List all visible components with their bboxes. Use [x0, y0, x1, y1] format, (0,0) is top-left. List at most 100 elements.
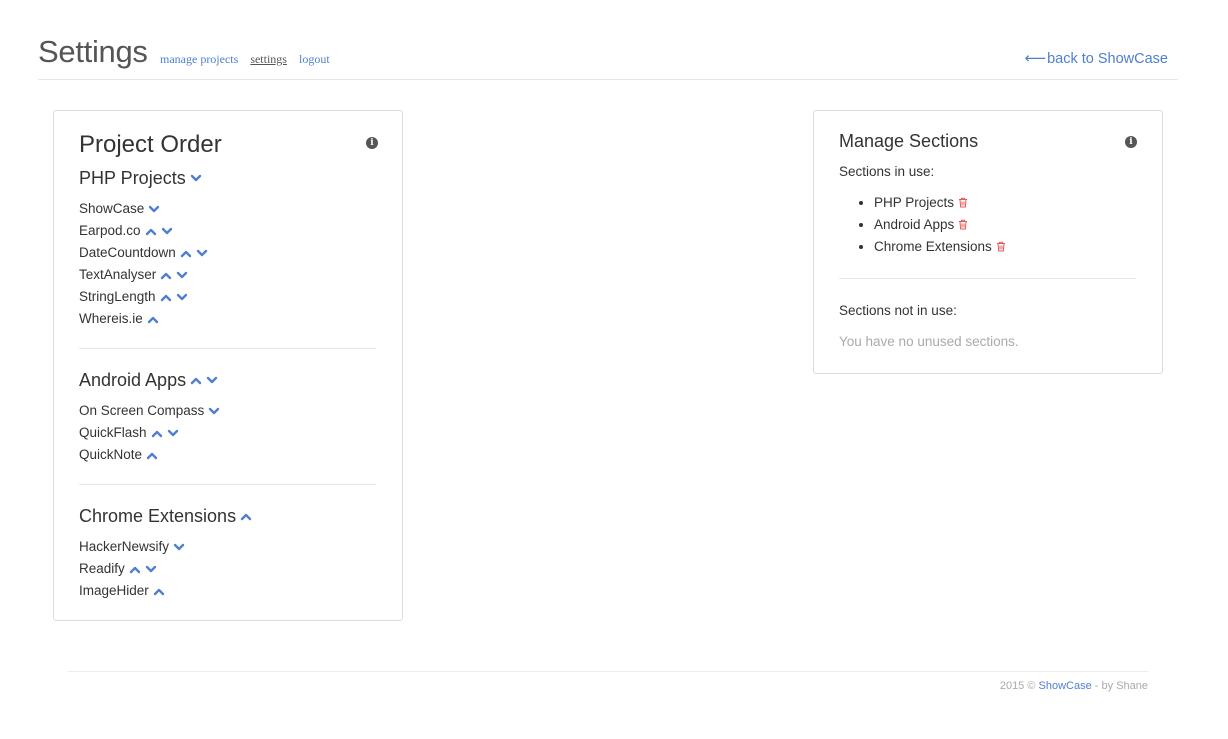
no-unused-sections-text: You have no unused sections.	[839, 334, 1019, 349]
project-name: DateCountdown	[79, 245, 176, 260]
section-title: PHP Projects	[79, 166, 376, 190]
section-in-use-item: Android Apps	[874, 214, 1006, 236]
page-title: Settings	[38, 34, 148, 69]
project-list: On Screen Compass QuickFlash QuickNote	[79, 400, 376, 466]
section-arrows	[190, 375, 222, 385]
project-order-title: Project Order	[79, 131, 222, 158]
chevron-down-icon[interactable]	[176, 270, 188, 280]
chevron-down-icon[interactable]	[145, 564, 157, 574]
sections-not-in-use-label: Sections not in use:	[839, 303, 957, 318]
project-arrows	[147, 314, 163, 324]
chevron-up-icon[interactable]	[147, 314, 159, 324]
sections-in-use-label: Sections in use:	[839, 164, 935, 179]
divider	[79, 484, 376, 485]
project-item: On Screen Compass	[79, 400, 376, 422]
project-item: ShowCase	[79, 198, 376, 220]
trash-icon[interactable]	[958, 215, 968, 237]
chevron-down-icon[interactable]	[206, 375, 218, 385]
chevron-up-icon[interactable]	[145, 226, 157, 236]
chevron-up-icon[interactable]	[129, 564, 141, 574]
project-section: Android Apps On Screen Compass QuickFlash Q…	[79, 368, 376, 466]
project-name: Whereis.ie	[79, 311, 143, 326]
footer: 2015 © ShowCase - by Shane	[68, 671, 1148, 692]
chevron-down-icon[interactable]	[176, 292, 188, 302]
chevron-up-icon[interactable]	[190, 375, 202, 385]
chevron-down-icon[interactable]	[190, 173, 202, 183]
footer-showcase-link[interactable]: ShowCase	[1039, 680, 1092, 692]
project-name: On Screen Compass	[79, 403, 205, 418]
sections-in-use-list: PHP Projects Android Apps Chrome Extension…	[874, 192, 1006, 258]
project-item: QuickNote	[79, 444, 376, 466]
project-name: QuickFlash	[79, 425, 147, 440]
chevron-down-icon[interactable]	[167, 428, 179, 438]
footer-text: 2015 © ShowCase - by Shane	[1000, 680, 1148, 692]
page-header: Settings manage projects settings logout…	[38, 0, 1178, 80]
project-name: QuickNote	[79, 447, 143, 462]
chevron-down-icon[interactable]	[148, 204, 160, 214]
nav-settings[interactable]: settings	[250, 52, 287, 66]
info-icon[interactable]: i	[1125, 136, 1137, 148]
project-arrows	[153, 586, 169, 596]
project-name: Readify	[79, 561, 125, 576]
project-section: Chrome Extensions HackerNewsify Readify Ima…	[79, 504, 376, 602]
info-icon[interactable]: i	[366, 137, 378, 149]
section-name: Chrome Extensions	[79, 506, 237, 526]
back-to-showcase-link[interactable]: ⟵back to ShowCase	[1025, 49, 1168, 67]
chevron-up-icon[interactable]	[160, 270, 172, 280]
manage-sections-title: Manage Sections	[839, 131, 979, 151]
top-nav: manage projects settings logout	[160, 52, 339, 67]
chevron-down-icon[interactable]	[161, 226, 173, 236]
project-arrows	[151, 428, 183, 438]
project-item: Earpod.co	[79, 220, 376, 242]
section-name: PHP Projects	[79, 168, 186, 188]
back-link-label: back to ShowCase	[1047, 51, 1168, 67]
project-item: Readify	[79, 558, 376, 580]
trash-icon[interactable]	[996, 237, 1006, 259]
trash-icon[interactable]	[958, 193, 968, 215]
manage-sections-panel: Manage Sections i Sections in use: PHP P…	[813, 110, 1163, 374]
project-name: HackerNewsify	[79, 539, 170, 554]
nav-manage-projects[interactable]: manage projects	[160, 52, 238, 66]
section-in-use-name: Chrome Extensions	[874, 239, 992, 254]
chevron-up-icon[interactable]	[151, 428, 163, 438]
project-item: HackerNewsify	[79, 536, 376, 558]
project-arrows	[173, 542, 189, 552]
section-title: Chrome Extensions	[79, 504, 376, 528]
chevron-up-icon[interactable]	[160, 292, 172, 302]
project-item: DateCountdown	[79, 242, 376, 264]
footer-author: - by Shane	[1094, 680, 1148, 692]
project-item: Whereis.ie	[79, 308, 376, 330]
project-arrows	[180, 248, 212, 258]
divider	[79, 348, 376, 349]
project-arrows	[160, 270, 192, 280]
nav-logout[interactable]: logout	[299, 52, 330, 66]
chevron-up-icon[interactable]	[146, 450, 158, 460]
chevron-up-icon[interactable]	[180, 248, 192, 258]
chevron-up-icon[interactable]	[240, 511, 252, 521]
chevron-down-icon[interactable]	[173, 542, 185, 552]
project-item: ImageHider	[79, 580, 376, 602]
project-name: Earpod.co	[79, 223, 141, 238]
footer-year: 2015 ©	[999, 680, 1036, 692]
section-in-use-item: Chrome Extensions	[874, 236, 1006, 258]
arrow-left-icon: ⟵	[1024, 50, 1047, 67]
project-list: HackerNewsify Readify ImageHider	[79, 536, 376, 602]
project-arrows	[145, 226, 177, 236]
section-in-use-name: Android Apps	[874, 217, 955, 232]
project-item: StringLength	[79, 286, 376, 308]
project-arrows	[160, 292, 192, 302]
divider	[839, 278, 1136, 279]
chevron-down-icon[interactable]	[208, 406, 220, 416]
section-in-use-name: PHP Projects	[874, 195, 955, 210]
section-name: Android Apps	[79, 370, 187, 390]
project-arrows	[148, 204, 164, 214]
project-list: ShowCase Earpod.co DateCountdown TextAnalys…	[79, 198, 376, 330]
section-in-use-item: PHP Projects	[874, 192, 1006, 214]
project-arrows	[208, 406, 224, 416]
chevron-down-icon[interactable]	[196, 248, 208, 258]
project-name: ShowCase	[79, 201, 145, 216]
chevron-up-icon[interactable]	[153, 586, 165, 596]
project-item: QuickFlash	[79, 422, 376, 444]
project-item: TextAnalyser	[79, 264, 376, 286]
project-section: PHP Projects ShowCase Earpod.co DateCountdo…	[79, 166, 376, 330]
